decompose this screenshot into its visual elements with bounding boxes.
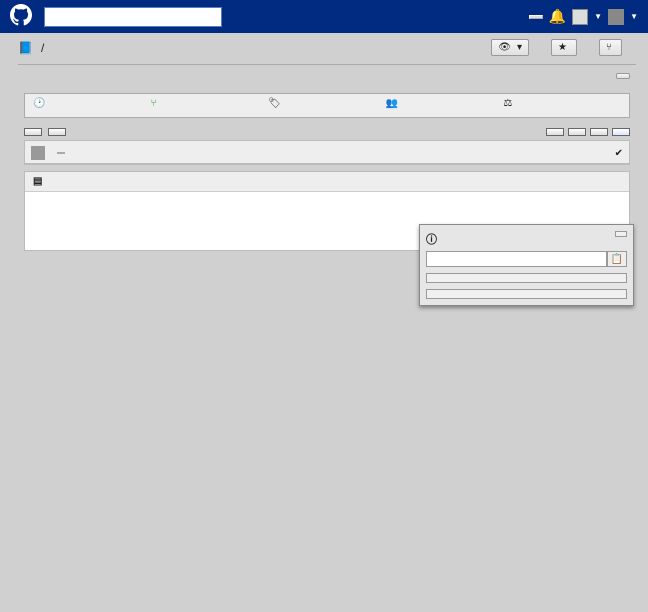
open-desktop-button[interactable] — [426, 273, 627, 283]
find-file-button[interactable] — [590, 128, 608, 136]
top-nav: 🔔 ▼ ▼ — [0, 0, 648, 33]
fork-count[interactable] — [630, 39, 636, 56]
fork-icon: ⑂ — [606, 42, 612, 53]
clone-url-input[interactable] — [426, 251, 607, 267]
star-button[interactable]: ★ — [551, 39, 577, 56]
watch-count[interactable] — [537, 39, 543, 56]
upload-files-button[interactable] — [568, 128, 586, 136]
repo-tabs — [18, 64, 636, 65]
chevron-down-icon: ▼ — [594, 12, 602, 21]
fork-button[interactable]: ⑂ — [599, 39, 622, 56]
branch-select[interactable] — [24, 128, 42, 136]
clone-title: ⓘ — [426, 234, 437, 246]
commits-stat[interactable]: 🕑 — [33, 98, 151, 109]
check-icon[interactable]: ✔ — [615, 148, 623, 159]
repo-stats: 🕑 ⑂ 🏷 👥 ⚖ — [24, 93, 630, 118]
clone-download-button[interactable] — [612, 128, 630, 136]
plus-menu-icon[interactable] — [572, 9, 588, 25]
star-icon: ★ — [558, 42, 567, 53]
releases-stat[interactable]: 🏷 — [268, 98, 386, 109]
create-file-button[interactable] — [546, 128, 564, 136]
commit-icon: 🕑 — [33, 98, 45, 109]
law-icon: ⚖ — [503, 98, 512, 109]
book-icon: ▤ — [33, 176, 42, 187]
unread-button[interactable] — [529, 15, 543, 19]
help-icon[interactable]: ⓘ — [426, 234, 437, 246]
edit-description-button[interactable] — [616, 73, 630, 79]
repo-icon: 📘 — [18, 41, 33, 55]
new-pr-button[interactable] — [48, 128, 66, 136]
eye-icon: 👁 — [498, 42, 511, 53]
ellipsis-button[interactable] — [57, 152, 65, 154]
branch-icon: ⑂ — [151, 98, 157, 109]
copy-icon[interactable]: 📋 — [607, 251, 627, 267]
tag-icon: 🏷 — [268, 98, 281, 109]
download-zip-button[interactable] — [426, 289, 627, 299]
contributors-stat[interactable]: 👥 — [386, 98, 504, 109]
repo-path: 📘 / 👁▾ ★ ⑂ — [18, 39, 636, 56]
avatar[interactable] — [608, 9, 624, 25]
clone-panel: ⓘ 📋 — [419, 224, 634, 306]
github-logo-icon[interactable] — [10, 4, 32, 29]
use-https-button[interactable] — [615, 231, 627, 237]
watch-button[interactable]: 👁▾ — [491, 39, 529, 56]
star-count[interactable] — [585, 39, 591, 56]
people-icon: 👥 — [386, 98, 398, 109]
branches-stat[interactable]: ⑂ — [151, 98, 269, 109]
avatar[interactable] — [31, 146, 45, 160]
file-list — [24, 164, 630, 165]
search-input[interactable] — [44, 7, 222, 27]
chevron-down-icon: ▼ — [630, 12, 638, 21]
license-stat[interactable]: ⚖ — [503, 98, 621, 109]
bell-icon[interactable]: 🔔 — [549, 8, 566, 25]
last-commit: ✔ — [24, 140, 630, 164]
